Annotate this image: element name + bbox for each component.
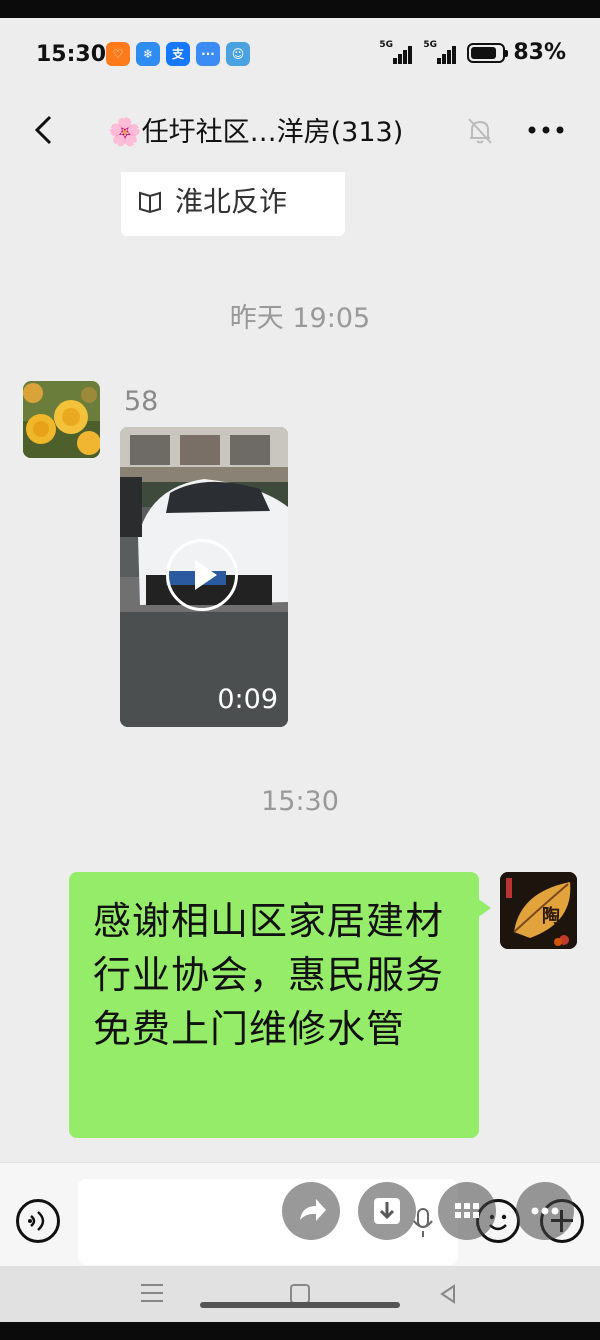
- signal-icon: 5G: [379, 39, 415, 64]
- gesture-pill[interactable]: [200, 1302, 400, 1308]
- chat-header: 🌸任圩社区…洋房(313): [0, 96, 600, 166]
- yellow-roses-avatar-image: [23, 381, 100, 458]
- flower-emoji: 🌸: [108, 117, 142, 148]
- recent-apps-icon[interactable]: [141, 1284, 163, 1304]
- leaf-avatar-image: 陶: [500, 872, 577, 949]
- avatar-character: 陶: [542, 905, 560, 927]
- alipay-icon: 支: [166, 42, 190, 66]
- download-icon: [374, 1198, 400, 1224]
- more-actions-button[interactable]: [516, 1182, 574, 1240]
- sender-name: 58: [124, 386, 159, 417]
- message-icon: ···: [196, 42, 220, 66]
- book-icon: [139, 191, 161, 214]
- notification-icons: ♡ ❄ 支 ··· ☺: [106, 42, 250, 66]
- mute-bell-icon: [468, 118, 492, 144]
- shared-card-label: 淮北反诈: [175, 185, 288, 218]
- shared-mini-program-card[interactable]: 淮北反诈: [121, 172, 345, 236]
- battery-icon: [467, 42, 509, 63]
- save-button[interactable]: [358, 1182, 416, 1240]
- home-icon[interactable]: [290, 1284, 310, 1304]
- signal-label: 5G: [379, 39, 393, 50]
- status-right: 5G 5G 83%: [379, 39, 566, 66]
- status-bar: 15:30 ♡ ❄ 支 ··· ☺ 5G 5G 83%: [0, 18, 600, 96]
- forward-button[interactable]: [282, 1182, 340, 1240]
- my-text-message[interactable]: 感谢相山区家居建材行业协会，惠民服务免费上门维修水管: [69, 872, 491, 1138]
- my-avatar[interactable]: 陶: [500, 872, 577, 949]
- signal-label: 5G: [423, 39, 437, 50]
- avatar[interactable]: [23, 381, 100, 458]
- nav-back-icon[interactable]: [436, 1282, 460, 1306]
- chat-title[interactable]: 🌸任圩社区…洋房(313): [108, 110, 403, 149]
- grid-icon: [455, 1203, 479, 1218]
- video-duration: 0:09: [217, 684, 278, 715]
- ellipsis-icon: [531, 1207, 559, 1215]
- play-icon[interactable]: [166, 539, 238, 611]
- kid-app-icon: ☺: [226, 42, 250, 66]
- more-options-icon[interactable]: [524, 114, 568, 144]
- system-nav-bar: [0, 1266, 600, 1322]
- forward-arrow-icon: [300, 1199, 326, 1221]
- weather-icon: ❄: [136, 42, 160, 66]
- video-message[interactable]: 0:09: [120, 427, 288, 727]
- top-edge: [0, 0, 600, 18]
- chat-title-text: 任圩社区…洋房(313): [141, 117, 404, 148]
- bottom-edge: [0, 1322, 600, 1340]
- taobao-icon: ♡: [106, 42, 130, 66]
- back-arrow-icon[interactable]: [26, 112, 62, 148]
- voice-input-icon[interactable]: [16, 1199, 60, 1243]
- battery-percent: 83%: [513, 40, 566, 65]
- status-time: 15:30: [36, 42, 107, 67]
- timestamp: 昨天 19:05: [229, 303, 371, 334]
- signal-icon: 5G: [423, 39, 459, 64]
- apps-grid-button[interactable]: [438, 1182, 496, 1240]
- timestamp: 15:30: [261, 786, 339, 817]
